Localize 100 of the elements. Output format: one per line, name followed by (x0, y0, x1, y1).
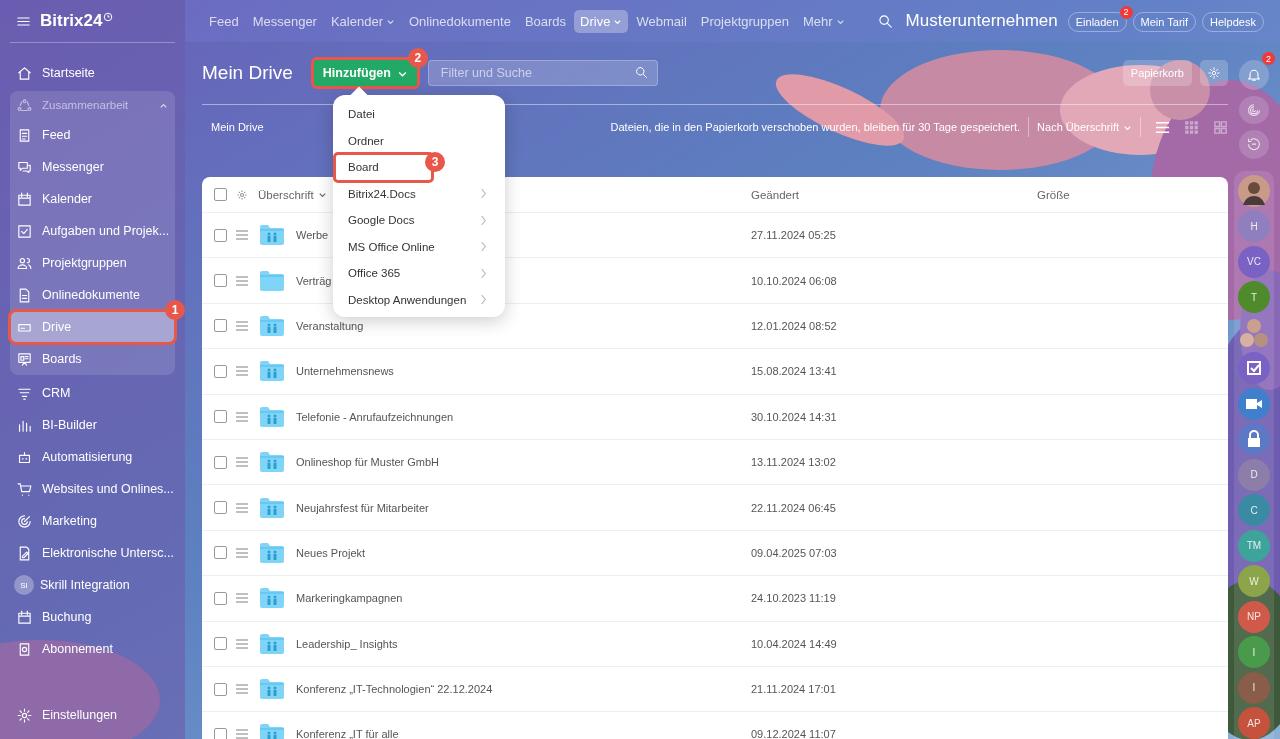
sidebar-item[interactable]: Startseite (10, 57, 175, 89)
sidebar-item[interactable]: Abonnement (10, 633, 175, 665)
row-checkbox[interactable] (214, 591, 227, 605)
file-name[interactable]: Onlineshop für Muster GmbH (296, 456, 440, 469)
drag-handle-icon[interactable] (236, 593, 248, 604)
settings-item[interactable]: Einstellungen (10, 699, 175, 731)
logo[interactable]: Bitrix24 (40, 11, 103, 31)
drag-handle-icon[interactable] (236, 320, 248, 331)
row-checkbox[interactable] (214, 319, 227, 333)
search-icon[interactable] (633, 65, 649, 80)
sidebar-item[interactable]: Elektronische Untersc... (10, 537, 175, 569)
row-checkbox[interactable] (214, 228, 227, 242)
nav-tab[interactable]: Feed (203, 9, 245, 33)
spiral-icon[interactable] (1239, 96, 1269, 125)
file-name[interactable]: Telefonie - Anrufaufzeichnungen (296, 410, 454, 423)
row-checkbox[interactable] (214, 501, 227, 515)
sidebar-item[interactable]: Messenger (10, 151, 175, 183)
drag-handle-icon[interactable] (236, 275, 248, 286)
file-name[interactable]: Unternehmensnews (296, 365, 394, 378)
drag-handle-icon[interactable] (236, 547, 248, 558)
row-checkbox[interactable] (214, 728, 227, 739)
sidebar-item[interactable]: Buchung (10, 601, 175, 633)
company-name[interactable]: Musterunternehmen (905, 11, 1058, 31)
sidebar-item[interactable]: Projektgruppen (10, 247, 175, 279)
page-title: Mein Drive (202, 62, 293, 84)
row-checkbox[interactable] (214, 364, 227, 378)
sidebar-item[interactable]: Marketing (10, 505, 175, 537)
chat-icon[interactable] (1239, 130, 1269, 159)
small-grid-icon[interactable] (1184, 119, 1199, 135)
menu-item[interactable]: MS Office Online (335, 233, 501, 260)
gear-icon (1207, 66, 1221, 80)
drag-handle-icon[interactable] (236, 684, 248, 695)
sidebar-item[interactable]: Feed (10, 119, 175, 151)
video-call-icon[interactable] (1238, 387, 1270, 420)
lock-icon[interactable] (1238, 423, 1270, 455)
notifications-button[interactable] (1239, 60, 1269, 90)
file-name[interactable]: Neujahrsfest für Mitarbeiter (296, 501, 429, 514)
sidebar-item[interactable]: Websites und Onlines... (10, 473, 175, 505)
calendar-icon (16, 190, 33, 208)
column-header[interactable]: Überschrift (258, 188, 327, 201)
user-avatar[interactable] (1238, 174, 1270, 207)
tasks-icon[interactable] (1238, 352, 1270, 384)
file-name[interactable]: Konferenz „IT-Technologien“ 22.12.2024 (296, 683, 493, 696)
column-header[interactable]: Größe (1037, 188, 1228, 201)
sidebar-item[interactable]: BI-Builder (10, 409, 175, 441)
sidebar-item[interactable]: Automatisierung (10, 441, 175, 473)
chevron-right-icon (480, 267, 487, 279)
drag-handle-icon[interactable] (236, 729, 248, 739)
drag-handle-icon[interactable] (236, 638, 248, 649)
row-checkbox[interactable] (214, 637, 227, 651)
sidebar-item[interactable]: SI Skrill Integration (10, 569, 175, 601)
menu-item[interactable]: Bitrix24.Docs (335, 180, 501, 207)
nav-tab[interactable]: Messenger (246, 9, 323, 33)
settings-button[interactable] (1200, 60, 1228, 86)
drag-handle-icon[interactable] (236, 502, 248, 513)
row-checkbox[interactable] (214, 546, 227, 560)
large-grid-icon[interactable] (1213, 119, 1228, 135)
sort-dropdown[interactable]: Nach Überschrift (1037, 121, 1132, 133)
sidebar-item[interactable]: Kalender (10, 183, 175, 215)
sidebar-item[interactable]: Aufgaben und Projek... (10, 215, 175, 247)
breadcrumb[interactable]: Mein Drive (211, 121, 264, 133)
row-checkbox[interactable] (214, 682, 227, 696)
file-name[interactable]: Verträg (296, 274, 332, 287)
file-name[interactable]: Werbe (296, 229, 329, 242)
column-header[interactable]: Geändert (751, 188, 1037, 201)
step-badge: 3 (425, 152, 445, 172)
select-all-checkbox[interactable] (214, 188, 227, 201)
settings-icon[interactable] (236, 188, 248, 201)
drag-handle-icon[interactable] (236, 457, 248, 468)
sidebar-item[interactable]: CRM (10, 377, 175, 409)
file-name[interactable]: Konferenz „IT für alle (296, 728, 399, 739)
menu-item[interactable]: Datei (335, 101, 501, 128)
table-cell-text: 09.04.2025 07:03 (751, 546, 838, 559)
menu-item[interactable]: Ordner (335, 127, 501, 154)
drag-handle-icon[interactable] (236, 411, 248, 422)
list-view-icon[interactable] (1155, 119, 1170, 135)
row-checkbox[interactable] (214, 410, 227, 424)
nav-tab[interactable]: Drive (574, 9, 629, 33)
group-header[interactable]: Zusammenarbeit (10, 91, 175, 119)
menu-item[interactable]: Office 365 (335, 260, 501, 287)
menu-item[interactable]: Google Docs (335, 207, 501, 234)
row-checkbox[interactable] (214, 455, 227, 469)
search-icon[interactable] (876, 12, 894, 30)
drag-handle-icon[interactable] (236, 230, 248, 241)
group-avatar-icon[interactable] (1238, 316, 1270, 349)
file-name[interactable]: Markeringkampagnen (296, 592, 403, 605)
file-name[interactable]: Veranstaltung (296, 319, 364, 332)
nav-tab[interactable]: Mehr (796, 9, 851, 33)
nav-tab[interactable]: Boards (518, 9, 573, 33)
drag-handle-icon[interactable] (236, 366, 248, 377)
menu-item[interactable]: Desktop Anwendungen (335, 286, 501, 313)
file-name[interactable]: Leadership_ Insights (296, 637, 398, 650)
row-checkbox[interactable] (214, 274, 227, 288)
nav-tab[interactable]: Kalender (324, 9, 401, 33)
nav-tab[interactable]: Projektgruppen (694, 9, 795, 33)
home-icon (16, 64, 33, 82)
file-name[interactable]: Neues Projekt (296, 546, 366, 559)
nav-tab[interactable]: Webmail (630, 9, 693, 33)
sidebar-item[interactable]: Boards (10, 343, 175, 375)
nav-tab[interactable]: Onlinedokumente (403, 9, 517, 33)
